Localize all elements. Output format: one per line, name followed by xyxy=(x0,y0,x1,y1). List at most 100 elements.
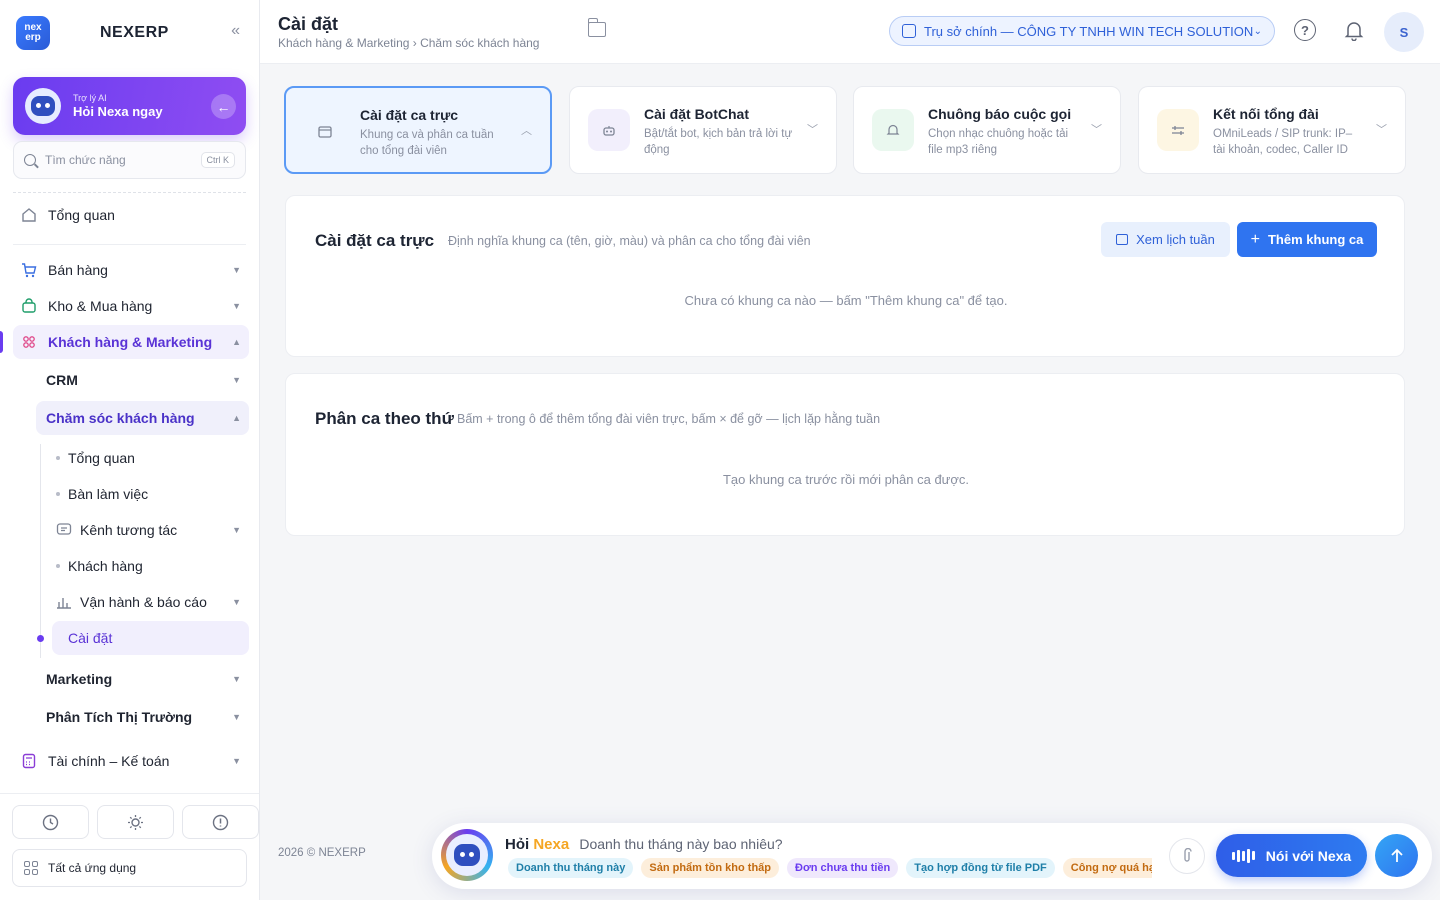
all-apps-label: Tất cả ứng dụng xyxy=(48,861,137,875)
talk-to-nexa-button[interactable]: Nói với Nexa xyxy=(1216,834,1367,877)
brand-logo[interactable]: nex erp xyxy=(16,16,50,50)
add-shift-button[interactable]: + Thêm khung ca xyxy=(1237,222,1377,257)
sun-icon xyxy=(128,814,143,830)
sidebar-item-cc-desk[interactable]: Bàn làm việc xyxy=(52,477,249,511)
sidebar-item-sales[interactable]: Bán hàng ▼ xyxy=(13,253,249,287)
suggestion-chip[interactable]: Tạo hợp đồng từ file PDF xyxy=(906,858,1055,878)
sidebar-item-cc-overview[interactable]: Tổng quan xyxy=(52,441,249,475)
sidebar-item-cc-ops[interactable]: Vận hành & báo cáo ▼ xyxy=(52,585,249,619)
sidebar-item-finance[interactable]: Tài chính – Kế toán ▼ xyxy=(13,744,249,778)
sidebar-item-customer-care[interactable]: Chăm sóc khách hàng ▲ xyxy=(36,401,249,435)
bar-chart-icon xyxy=(56,594,72,610)
building-icon xyxy=(902,24,916,38)
card-botchat-settings[interactable]: Cài đặt BotChat Bật/tắt bot, kịch bản tr… xyxy=(569,86,837,174)
card-desc: Khung ca và phân ca tuần cho tổng đài vi… xyxy=(360,129,494,157)
suggestion-chip[interactable]: Công nợ quá hạn xyxy=(1062,858,1152,878)
alert-icon xyxy=(212,814,229,830)
suggestion-chip[interactable]: Sản phẩm tồn kho thấp xyxy=(641,858,780,878)
empty-state: Chưa có khung ca nào — bấm "Thêm khung c… xyxy=(684,293,1008,308)
talk-label: Nói với Nexa xyxy=(1265,847,1352,864)
divider xyxy=(13,192,246,193)
sidebar-item-cc-customers[interactable]: Khách hàng xyxy=(52,549,249,583)
sidebar-item-label: Kho & Mua hàng xyxy=(48,298,153,314)
card-pbx-connection[interactable]: Kết nối tổng đài OMniLeads / SIP trunk: … xyxy=(1138,86,1406,174)
help-icon[interactable]: ? xyxy=(1294,19,1316,41)
chevron-down-icon: ▼ xyxy=(232,265,241,275)
chevron-down-icon: ﹀ xyxy=(807,124,818,136)
send-button[interactable] xyxy=(1375,834,1418,877)
arrow-left-icon[interactable]: ← xyxy=(211,94,236,119)
sidebar-item-cc-settings[interactable]: Cài đặt xyxy=(52,621,249,655)
card-call-ringtone[interactable]: Chuông báo cuộc gọi Chọn nhạc chuông hoặ… xyxy=(853,86,1121,174)
calendar-icon xyxy=(1116,234,1129,245)
nexa-chat-bar: Hỏi Nexa Doanh thu tháng này bao nhiêu? … xyxy=(432,823,1432,889)
brand: nex erp NEXERP « xyxy=(16,16,244,50)
suggestion-chips: Doanh thu tháng này Sản phẩm tồn kho thấ… xyxy=(508,858,1152,878)
history-button[interactable] xyxy=(12,805,89,839)
current-page-dot xyxy=(37,635,44,642)
collapse-sidebar-icon[interactable]: « xyxy=(231,22,240,40)
view-week-button[interactable]: Xem lịch tuần xyxy=(1101,222,1230,257)
card-desc: Bật/tắt bot, kịch bản trả lời tự động xyxy=(644,128,793,156)
info-button[interactable] xyxy=(182,805,259,839)
theme-button[interactable] xyxy=(97,805,174,839)
sidebar-item-crm[interactable]: CRM ▼ xyxy=(36,363,249,397)
ai-card-title: Hỏi Nexa ngay xyxy=(73,104,163,119)
divider xyxy=(13,244,246,245)
breadcrumb[interactable]: Khách hàng & Marketing › Chăm sóc khách … xyxy=(278,36,539,50)
sidebar-item-market-analysis[interactable]: Phân Tích Thị Trường ▼ xyxy=(36,700,249,734)
nexa-avatar[interactable] xyxy=(441,829,493,881)
calculator-icon xyxy=(21,753,37,769)
card-title: Cài đặt BotChat xyxy=(644,106,749,122)
panel-title: Cài đặt ca trực xyxy=(315,231,435,250)
panel-description: Định nghĩa khung ca (tên, giờ, màu) và p… xyxy=(448,234,811,248)
sidebar-item-marketing[interactable]: Marketing ▼ xyxy=(36,662,249,696)
weekday-assignment-panel: Phân ca theo thứ Bấm + trong ô để thêm t… xyxy=(285,373,1405,536)
chat-input[interactable]: Doanh thu tháng này bao nhiêu? xyxy=(579,836,782,852)
bell-icon xyxy=(872,109,914,151)
attach-button[interactable] xyxy=(1169,838,1205,874)
copyright: 2026 © NEXERP xyxy=(278,847,366,859)
grid-icon xyxy=(24,861,38,875)
people-icon xyxy=(21,334,37,350)
folder-icon[interactable] xyxy=(587,18,606,37)
chevron-down-icon: ▼ xyxy=(232,597,241,607)
sidebar-item-label: Tổng quan xyxy=(68,450,135,466)
sidebar-item-warehouse[interactable]: Kho & Mua hàng ▼ xyxy=(13,289,249,323)
chevron-down-icon: ▼ xyxy=(232,712,241,722)
home-icon xyxy=(21,207,37,223)
sidebar-item-cc-channels[interactable]: Kênh tương tác ▼ xyxy=(52,513,249,547)
chat-prompt[interactable]: Hỏi Nexa Doanh thu tháng này bao nhiêu? xyxy=(505,836,783,853)
org-selector[interactable]: Trụ sở chính — CÔNG TY TNHH WIN TECH SOL… xyxy=(889,16,1275,46)
suggestion-chip[interactable]: Đơn chưa thu tiền xyxy=(787,858,899,878)
chevron-down-icon: ▼ xyxy=(232,375,241,385)
divider xyxy=(0,793,259,794)
avatar[interactable]: S xyxy=(1384,12,1424,52)
chevron-down-icon: ⌄ xyxy=(1253,25,1262,37)
sidebar-item-label: Bán hàng xyxy=(48,262,108,278)
suggestion-chip[interactable]: Doanh thu tháng này xyxy=(508,858,634,878)
ai-assistant-card[interactable]: Trợ lý AI Hỏi Nexa ngay ← xyxy=(13,77,246,135)
search-icon xyxy=(24,154,36,166)
sidebar-item-label: Khách hàng xyxy=(68,558,143,574)
clock-icon xyxy=(42,814,59,830)
card-shift-settings[interactable]: Cài đặt ca trực Khung ca và phân ca tuần… xyxy=(284,86,552,174)
add-shift-label: Thêm khung ca xyxy=(1267,232,1364,247)
bag-icon xyxy=(21,298,37,314)
panel-description: Bấm + trong ô để thêm tổng đài viên trực… xyxy=(457,412,881,426)
sidebar-item-label: Tài chính – Kế toán xyxy=(48,753,170,769)
chevron-up-icon: ▲ xyxy=(232,337,241,347)
chevron-down-icon: ▼ xyxy=(232,756,241,766)
sidebar-item-label: Cài đặt xyxy=(68,630,113,646)
sidebar-item-crm-marketing[interactable]: Khách hàng & Marketing ▲ xyxy=(13,325,249,359)
arrow-up-icon xyxy=(1390,848,1403,862)
all-apps-button[interactable]: Tất cả ứng dụng xyxy=(12,849,247,887)
bell-icon[interactable] xyxy=(1343,19,1365,41)
chevron-down-icon: ﹀ xyxy=(1376,124,1387,136)
chevron-down-icon: ▼ xyxy=(232,674,241,684)
sidebar-item-overview[interactable]: Tổng quan xyxy=(13,198,249,232)
brand-name: NEXERP xyxy=(100,24,169,41)
search-input[interactable]: Tìm chức năng Ctrl K xyxy=(13,141,246,179)
sidebar-item-label: Bàn làm việc xyxy=(68,486,149,502)
sidebar-item-label: Khách hàng & Marketing xyxy=(48,334,213,350)
